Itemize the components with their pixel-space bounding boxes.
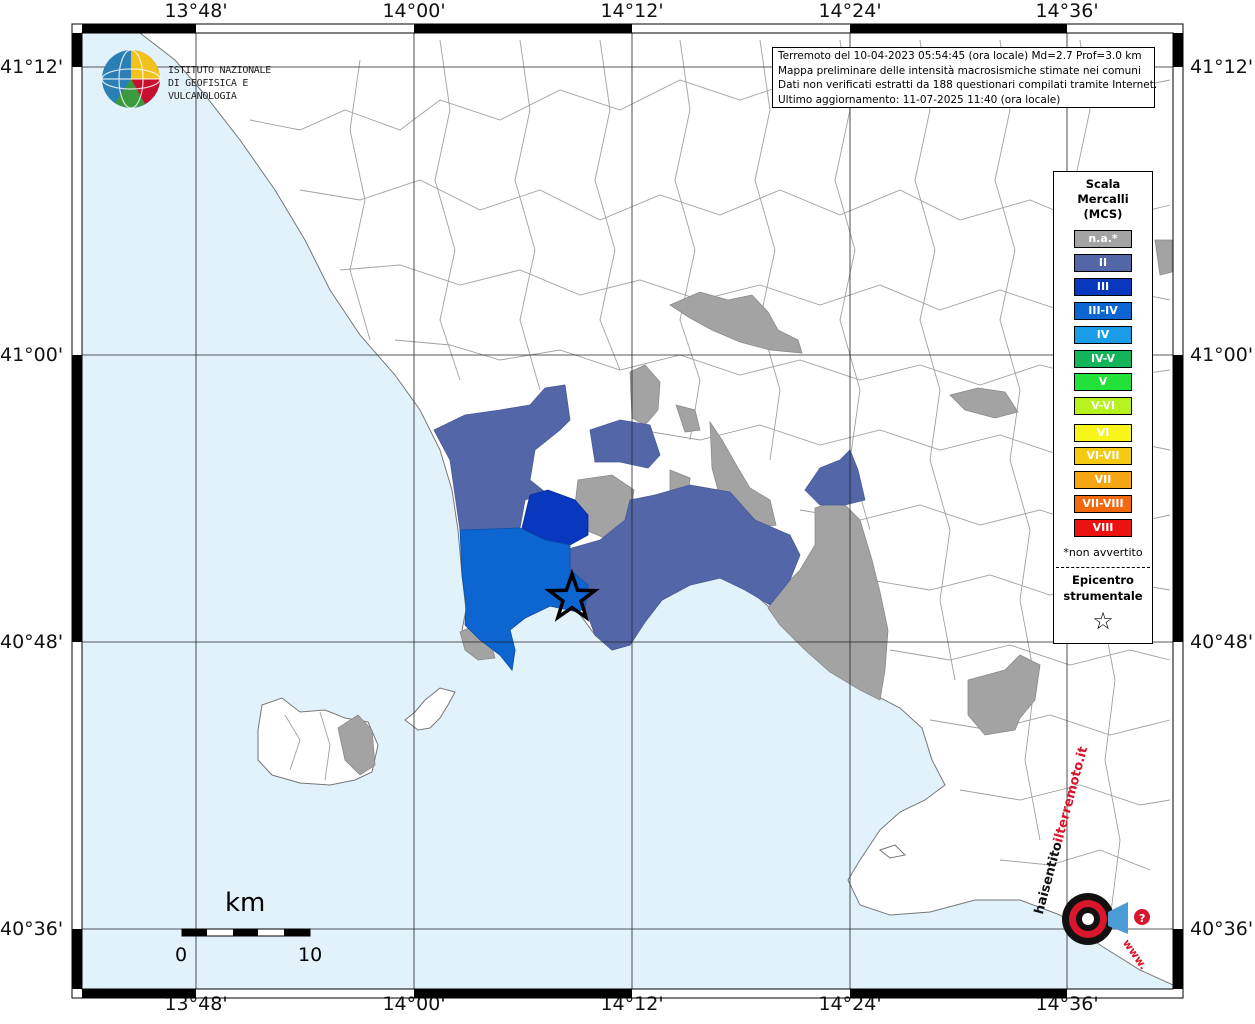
legend-title: Scala Mercalli (MCS) — [1054, 177, 1152, 222]
legend-item-iv-v: IV-V — [1074, 350, 1132, 368]
svg-text:?: ? — [1139, 912, 1145, 925]
ingv-globe-icon — [101, 49, 161, 109]
event-info-line3: Dati non verificati estratti da 188 ques… — [778, 79, 1158, 91]
legend-item-vi: VI — [1074, 424, 1132, 442]
scale-unit: km — [225, 888, 266, 918]
scale-bar — [181, 928, 311, 937]
scale-max: 10 — [298, 944, 323, 966]
legend-item-iii: III — [1074, 278, 1132, 296]
legend-title-line2: Mercalli — [1077, 192, 1129, 206]
legend-item-v: V — [1074, 373, 1132, 391]
legend-item-iv: IV — [1074, 326, 1132, 344]
legend-divider — [1056, 567, 1150, 568]
ingv-logo: ISTITUTO NAZIONALE DI GEOFISICA E VULCAN… — [100, 48, 320, 110]
ingv-logo-line2: DI GEOFISICA E VULCANOLOGIA — [168, 78, 249, 102]
ingv-logo-line1: ISTITUTO NAZIONALE — [168, 65, 271, 76]
haisentito-logo[interactable]: ? haisentitoilterremoto.it www. — [1030, 745, 1160, 977]
legend-epicenter-label: Epicentro strumentale — [1054, 572, 1152, 604]
ii-area-north — [589, 419, 661, 469]
legend-item-vii: VII — [1074, 471, 1132, 489]
event-info-line4: Ultimo aggiornamento: 11-07-2025 11:40 (… — [778, 93, 1061, 106]
event-info-line2: Mappa preliminare delle intensità macros… — [778, 64, 1141, 77]
event-info-box: Terremoto del 10-04-2023 05:54:45 (ora l… — [772, 47, 1158, 108]
legend-epicenter-line1: Epicentro — [1072, 573, 1134, 587]
legend-item-v-vi: V-VI — [1074, 397, 1132, 415]
legend-title-line3: (MCS) — [1083, 207, 1123, 221]
legend-item-viii: VIII — [1074, 519, 1132, 537]
legend-epicenter-line2: strumentale — [1063, 589, 1143, 603]
legend-title-line1: Scala — [1085, 177, 1121, 191]
legend-item-vi-vii: VI-VII — [1074, 447, 1132, 465]
legend-star-icon: ☆ — [1092, 607, 1114, 635]
legend-item-iii-iv: III-IV — [1074, 302, 1132, 320]
legend-item-na: n.a.* — [1074, 230, 1132, 248]
legend-item-vii-viii: VII-VIII — [1074, 495, 1132, 513]
event-info-line1: Terremoto del 10-04-2023 05:54:45 (ora l… — [778, 50, 1142, 62]
legend-item-ii: II — [1074, 254, 1132, 272]
intensity-legend: Scala Mercalli (MCS) n.a.* II III III-IV… — [1053, 171, 1153, 644]
scale-min: 0 — [175, 944, 188, 966]
legend-note: *non avvertito — [1063, 546, 1143, 559]
